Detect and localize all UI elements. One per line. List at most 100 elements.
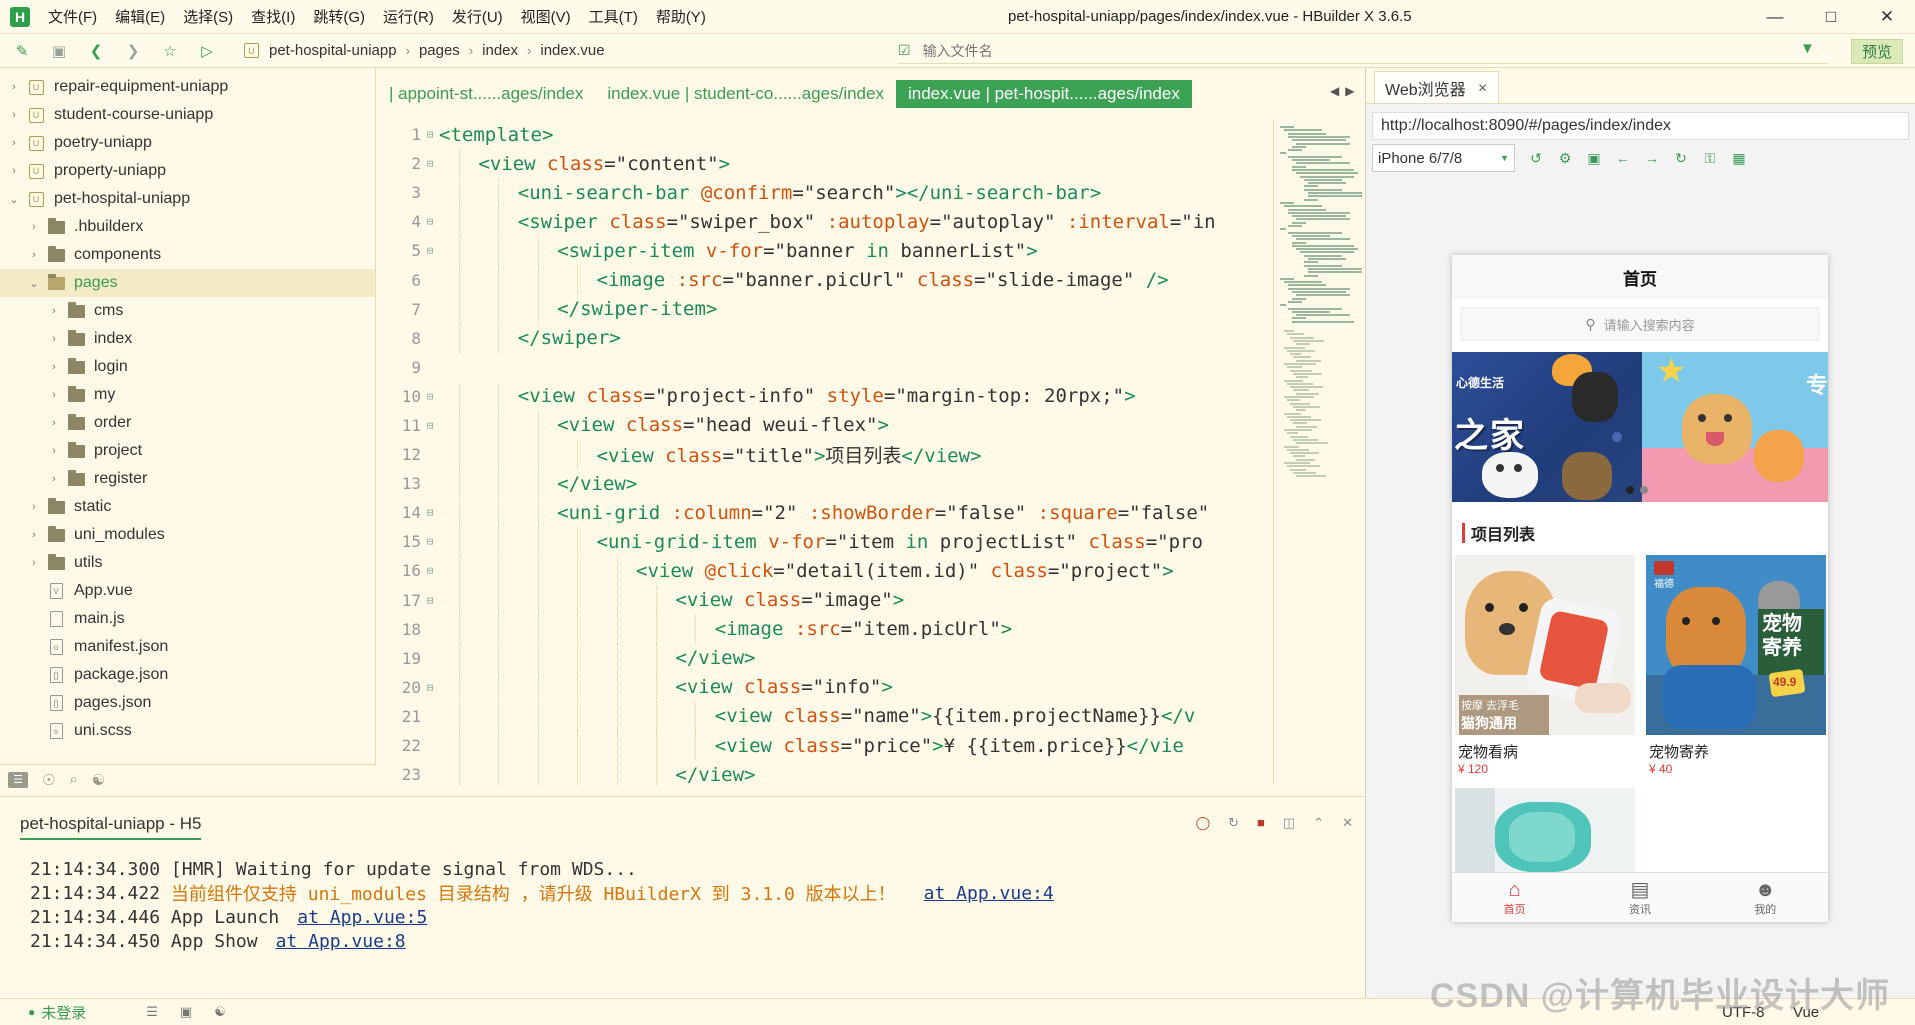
breadcrumb-item[interactable]: index.vue	[540, 42, 604, 59]
chevron-right-icon[interactable]: ›	[47, 389, 61, 401]
fold-icon[interactable]: ⊟	[421, 244, 439, 257]
tree-item-order[interactable]: › order	[0, 409, 375, 437]
chevron-right-icon[interactable]: ›	[7, 137, 21, 149]
menu-item[interactable]: 视图(V)	[521, 6, 571, 27]
open-icon[interactable]: ◫	[1283, 815, 1295, 831]
chevron-right-icon[interactable]: ›	[7, 109, 21, 121]
project-card[interactable]: 按摩 去浮毛 猫狗通用 宠物看病 ¥ 120	[1455, 555, 1635, 776]
device-select[interactable]: iPhone 6/7/8 ▼	[1372, 144, 1515, 172]
refresh-icon[interactable]: ↻	[1673, 150, 1689, 167]
tree-item-property-uniapp[interactable]: › Uproperty-uniapp	[0, 157, 375, 185]
tree-item-pages[interactable]: ⌄ pages	[0, 269, 375, 297]
editor-tab-active[interactable]: index.vue | pet-hospit......ages/index	[895, 80, 1192, 108]
tree-item-components[interactable]: › components	[0, 241, 375, 269]
plugin-icon[interactable]: ☯	[92, 771, 105, 789]
chevron-down-icon[interactable]: ⌄	[7, 193, 21, 206]
browser-tab[interactable]: Web浏览器 ✕	[1374, 71, 1499, 103]
tree-item-uni-scss[interactable]: s uni.scss	[0, 717, 375, 745]
code-editor[interactable]: 1 ⊟ <template> 2 ⊟ <view class="content"> 3 <un…	[377, 120, 1273, 785]
terminal-icon[interactable]: ▣	[180, 1004, 192, 1020]
chevron-right-icon[interactable]: ›	[7, 165, 21, 177]
console-source-link[interactable]: at App.vue:8	[276, 931, 406, 952]
chevron-right-icon[interactable]: ›	[47, 333, 61, 345]
settings-icon[interactable]: ⚙	[1557, 150, 1573, 167]
menu-item[interactable]: 编辑(E)	[115, 6, 165, 27]
swiper-dot[interactable]	[1640, 486, 1648, 494]
menu-item[interactable]: 文件(F)	[48, 6, 97, 27]
fold-icon[interactable]: ⊟	[421, 535, 439, 548]
debug-icon[interactable]: ☉	[42, 771, 55, 789]
fold-icon[interactable]: ⊟	[421, 157, 439, 170]
plugin-icon[interactable]: ☯	[214, 1004, 226, 1020]
project-card[interactable]: 宠物 寄养 49.9 福德 宠物寄养 ¥ 40	[1646, 555, 1826, 776]
chevron-right-icon[interactable]: ›	[47, 473, 61, 485]
menu-item[interactable]: 运行(R)	[383, 6, 434, 27]
console-tab[interactable]: pet-hospital-uniapp - H5	[20, 814, 202, 840]
breadcrumb-item[interactable]: pet-hospital-uniapp	[269, 42, 397, 59]
minimap[interactable]	[1273, 120, 1362, 785]
console-source-link[interactable]: at App.vue:5	[297, 907, 427, 928]
menu-item[interactable]: 查找(I)	[251, 6, 295, 27]
qrcode-icon[interactable]: ▦	[1731, 150, 1747, 167]
tree-item-repair-equipment-uniapp[interactable]: › Urepair-equipment-uniapp	[0, 73, 375, 101]
rotate-icon[interactable]: ↺	[1528, 150, 1544, 167]
chevron-up-icon[interactable]: ⌃	[1313, 815, 1324, 831]
save-icon[interactable]: ▣	[44, 38, 74, 64]
tree-item-login[interactable]: › login	[0, 353, 375, 381]
minimize-icon[interactable]: —	[1747, 0, 1803, 34]
menu-item[interactable]: 帮助(Y)	[656, 6, 706, 27]
close-icon[interactable]: ✕	[1859, 0, 1915, 34]
tree-item-uni-modules[interactable]: › uni_modules	[0, 521, 375, 549]
tree-item-poetry-uniapp[interactable]: › Upoetry-uniapp	[0, 129, 375, 157]
fold-icon[interactable]: ⊟	[421, 564, 439, 577]
maximize-icon[interactable]: □	[1803, 0, 1859, 34]
chevron-right-icon[interactable]: ›	[27, 529, 41, 541]
tab-home[interactable]: ⌂ 首页	[1452, 873, 1577, 922]
fold-icon[interactable]: ⊟	[421, 419, 439, 432]
search-panel-icon[interactable]: ⌕	[69, 771, 77, 788]
tree-item-hbuilderx[interactable]: › .hbuilderx	[0, 213, 375, 241]
tree-item-index[interactable]: › index	[0, 325, 375, 353]
tree-item-static[interactable]: › static	[0, 493, 375, 521]
forward-icon[interactable]: →	[1644, 150, 1660, 166]
back-icon[interactable]: ❮	[81, 38, 111, 64]
tab-news[interactable]: ▤ 资讯	[1577, 873, 1702, 922]
star-icon[interactable]: ☆	[155, 38, 185, 64]
chevron-right-icon[interactable]: ›	[27, 501, 41, 513]
chevron-right-icon[interactable]: ›	[27, 221, 41, 233]
tree-item-main-js[interactable]: main.js	[0, 605, 375, 633]
stop-icon[interactable]: ◯	[1196, 815, 1211, 831]
tree-item-pages-json[interactable]: [] pages.json	[0, 689, 375, 717]
chevron-right-icon[interactable]: ›	[27, 249, 41, 261]
close-icon[interactable]: ✕	[1478, 81, 1488, 95]
menu-item[interactable]: 发行(U)	[452, 6, 503, 27]
chevron-right-icon[interactable]: ›	[47, 417, 61, 429]
fold-icon[interactable]: ⊟	[421, 215, 439, 228]
back-icon[interactable]: ←	[1615, 150, 1631, 166]
phone-search-bar[interactable]: ⚲ 请输入搜索内容	[1460, 307, 1820, 341]
project-card[interactable]	[1455, 788, 1635, 872]
project-manager-icon[interactable]: ☰	[8, 771, 28, 788]
chevron-right-icon[interactable]: ›	[7, 81, 21, 93]
fold-icon[interactable]: ⊟	[421, 390, 439, 403]
tree-item-manifest-json[interactable]: o manifest.json	[0, 633, 375, 661]
menu-item[interactable]: 工具(T)	[589, 6, 638, 27]
preview-button[interactable]: 预览	[1851, 39, 1903, 64]
terminate-icon[interactable]: ■	[1257, 815, 1265, 831]
run-icon[interactable]: ▷	[192, 38, 222, 64]
editor-tab[interactable]: index.vue | student-co......ages/index	[595, 80, 896, 108]
console-source-link[interactable]: at App.vue:4	[924, 883, 1054, 904]
new-file-icon[interactable]: ✎	[7, 38, 37, 64]
chevron-right-icon[interactable]: ›	[47, 445, 61, 457]
tree-item-utils[interactable]: › utils	[0, 549, 375, 577]
fold-icon[interactable]: ⊟	[421, 681, 439, 694]
tab-scroll-arrows[interactable]: ◀▶	[1330, 84, 1360, 98]
banner-swiper[interactable]: 心德生活 之家 ★ 专	[1452, 352, 1828, 502]
tab-mine[interactable]: ☻ 我的	[1703, 873, 1828, 922]
chevron-right-icon[interactable]: ›	[47, 305, 61, 317]
tree-item-my[interactable]: › my	[0, 381, 375, 409]
url-input[interactable]	[1373, 117, 1908, 135]
menu-item[interactable]: 选择(S)	[183, 6, 233, 27]
tree-item-package-json[interactable]: [] package.json	[0, 661, 375, 689]
breadcrumb-item[interactable]: pages	[419, 42, 460, 59]
